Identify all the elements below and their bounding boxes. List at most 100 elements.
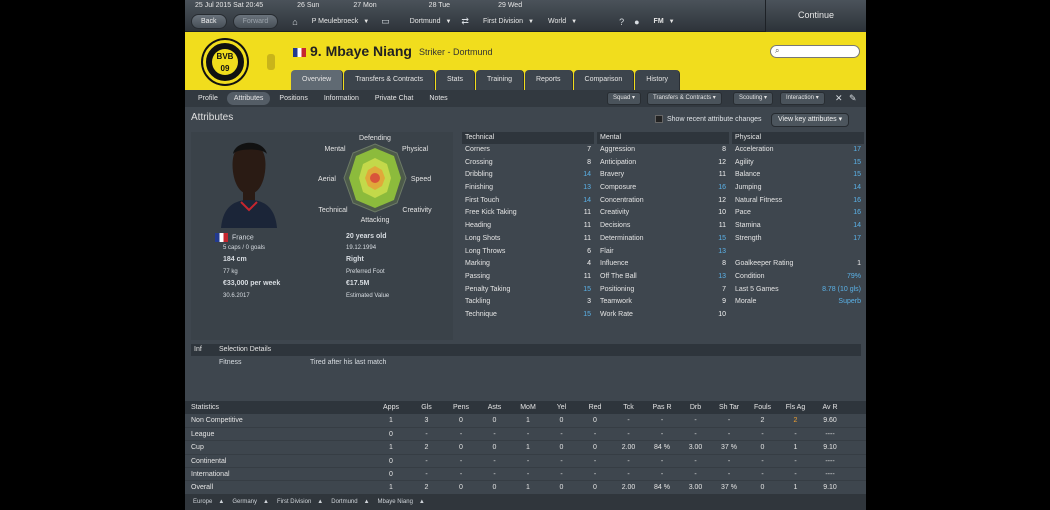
continue-button[interactable]: Continue (765, 0, 866, 32)
attribute-row[interactable]: Heading 11 (462, 220, 594, 233)
attribute-row[interactable]: Influence 8 (597, 258, 729, 271)
help-icon[interactable]: ? (619, 17, 624, 27)
attribute-row[interactable]: Positioning 7 (597, 284, 729, 297)
breadcrumb-item[interactable]: Germany (232, 499, 257, 505)
attribute-row[interactable]: Off The Ball 13 (597, 271, 729, 284)
column-header[interactable]: Av R (812, 401, 848, 414)
breadcrumb-item[interactable]: Europe (193, 499, 212, 505)
attribute-row[interactable]: Condition 79% (732, 271, 864, 284)
attribute-row[interactable]: Tackling 3 (462, 296, 594, 309)
attribute-row[interactable]: Passing 11 (462, 271, 594, 284)
home-icon[interactable]: ⌂ (292, 17, 297, 27)
tab-overview[interactable]: Overview (291, 70, 344, 90)
tab-comparison[interactable]: Comparison (573, 70, 635, 90)
calendar-day[interactable]: 26 Sun (297, 2, 319, 9)
attribute-row[interactable]: Decisions 11 (597, 220, 729, 233)
attribute-row[interactable]: Teamwork 9 (597, 296, 729, 309)
column-header[interactable]: Tck (612, 401, 645, 414)
attribute-row[interactable]: Creativity 10 (597, 207, 729, 220)
attribute-row[interactable]: Pace 16 (732, 207, 864, 220)
attribute-row[interactable]: Stamina 14 (732, 220, 864, 233)
attribute-row[interactable]: Concentration 12 (597, 195, 729, 208)
calendar-day[interactable]: 25 Jul 2015 Sat 20:45 (195, 2, 263, 9)
squad-dropdown[interactable]: Squad ▾ (607, 92, 642, 105)
tab-stats[interactable]: Stats (436, 70, 475, 90)
attribute-row[interactable]: Aggression 8 (597, 144, 729, 157)
tab-reports[interactable]: Reports (525, 70, 573, 90)
subtab-profile[interactable]: Profile (191, 92, 225, 105)
subtab-positions[interactable]: Positions (272, 92, 314, 105)
column-header[interactable]: Fouls (746, 401, 779, 414)
search-input[interactable]: ⌕ (770, 45, 860, 58)
attribute-row[interactable]: Free Kick Taking 11 (462, 207, 594, 220)
subtab-information[interactable]: Information (317, 92, 366, 105)
attribute-row[interactable]: Penalty Taking 15 (462, 284, 594, 297)
attribute-row[interactable]: Long Throws 6 (462, 246, 594, 259)
breadcrumb-item[interactable]: Mbaye Niang (378, 499, 413, 505)
attribute-row[interactable]: Corners 7 (462, 144, 594, 157)
tab-history[interactable]: History (635, 70, 681, 90)
subtab-attributes[interactable]: Attributes (226, 92, 271, 105)
column-header[interactable]: Pens (444, 401, 478, 414)
attribute-row[interactable]: Finishing 13 (462, 182, 594, 195)
column-header[interactable]: Asts (478, 401, 511, 414)
attribute-row[interactable]: Bravery 11 (597, 169, 729, 182)
attribute-row[interactable]: Long Shots 11 (462, 233, 594, 246)
inbox-icon[interactable]: ▭ (381, 16, 390, 27)
attribute-row[interactable]: Balance 15 (732, 169, 864, 182)
column-header[interactable]: Drb (679, 401, 712, 414)
attribute-row[interactable]: First Touch 14 (462, 195, 594, 208)
column-header[interactable]: Pas R (645, 401, 679, 414)
attribute-row[interactable]: Goalkeeper Rating 1 (732, 258, 864, 271)
manager-menu[interactable]: P Meulebroeck ▼ (312, 18, 370, 25)
attribute-row[interactable]: Technique 15 (462, 309, 594, 322)
column-header[interactable]: Red (578, 401, 612, 414)
table-row[interactable]: League 0- - - - - - - - - - - - ---- (185, 428, 866, 442)
attribute-row[interactable]: Marking 4 (462, 258, 594, 271)
edit-icon[interactable]: ✎ (849, 93, 857, 104)
column-header[interactable]: Gls (409, 401, 444, 414)
pin-icon[interactable]: ✕ (835, 93, 843, 104)
team-menu[interactable]: Dortmund ▼ (410, 18, 452, 25)
attribute-row[interactable]: Determination 15 (597, 233, 729, 246)
tab-transfers-contracts[interactable]: Transfers & Contracts (344, 70, 436, 90)
transfers-dropdown[interactable]: Transfers & Contracts ▾ (647, 92, 722, 105)
world-menu[interactable]: World ▼ (548, 18, 577, 25)
column-header[interactable]: Fls Ag (779, 401, 812, 414)
table-row[interactable]: Continental 0- - - - - - - - - - - - ---- (185, 455, 866, 468)
division-menu[interactable]: First Division ▼ (483, 18, 534, 25)
attribute-row[interactable]: Jumping 14 (732, 182, 864, 195)
table-row[interactable]: Cup 1 2 0 0 1 0 0 2.00 84 % 3.00 37 % 0 1 9.10 (185, 441, 866, 455)
fm-menu[interactable]: FM ▼ (654, 18, 675, 25)
calendar-day[interactable]: 27 Mon (353, 2, 376, 9)
attribute-row[interactable]: Crossing 8 (462, 157, 594, 170)
club-crest-icon[interactable]: ● (634, 17, 639, 27)
table-row[interactable]: Overall 1 2 0 0 1 0 0 2.00 84 % 3.00 37 % 0 1 9.10 (185, 481, 866, 495)
calendar-day[interactable]: 28 Tue (429, 2, 450, 9)
subtab-private-chat[interactable]: Private Chat (368, 92, 421, 105)
attribute-row[interactable]: Last 5 Games 8.78 (10 gls) (732, 284, 864, 297)
attribute-row[interactable]: Strength 17 (732, 233, 864, 246)
column-header[interactable]: Apps (373, 401, 409, 414)
show-recent-checkbox[interactable]: Show recent attribute changes (655, 115, 762, 123)
scouting-dropdown[interactable]: Scouting ▾ (733, 92, 774, 105)
attribute-row[interactable]: Agility 15 (732, 157, 864, 170)
attribute-row[interactable]: Morale Superb (732, 296, 864, 309)
table-row[interactable]: International 0- - - - - - - - - - - - ---- (185, 468, 866, 482)
view-key-attributes-button[interactable]: View key attributes ▾ (771, 113, 850, 127)
breadcrumb-item[interactable]: Dortmund (331, 499, 357, 505)
attribute-row[interactable]: Dribbling 14 (462, 169, 594, 182)
interaction-dropdown[interactable]: Interaction ▾ (780, 92, 825, 105)
column-header[interactable]: MoM (511, 401, 545, 414)
swap-icon[interactable]: ⇄ (461, 16, 469, 27)
column-header[interactable]: Yel (545, 401, 578, 414)
column-header[interactable]: Sh Tar (712, 401, 746, 414)
back-button[interactable]: Back (191, 14, 227, 29)
attribute-row[interactable]: Anticipation 12 (597, 157, 729, 170)
breadcrumb-item[interactable]: First Division (277, 499, 311, 505)
attribute-row[interactable]: Natural Fitness 16 (732, 195, 864, 208)
table-row[interactable]: Non Competitive 1 3 0 0 1 0 0 - - - - 2 2 9.60 (185, 414, 866, 428)
forward-button[interactable]: Forward (232, 14, 279, 29)
subtab-notes[interactable]: Notes (422, 92, 454, 105)
attribute-row[interactable]: Acceleration 17 (732, 144, 864, 157)
